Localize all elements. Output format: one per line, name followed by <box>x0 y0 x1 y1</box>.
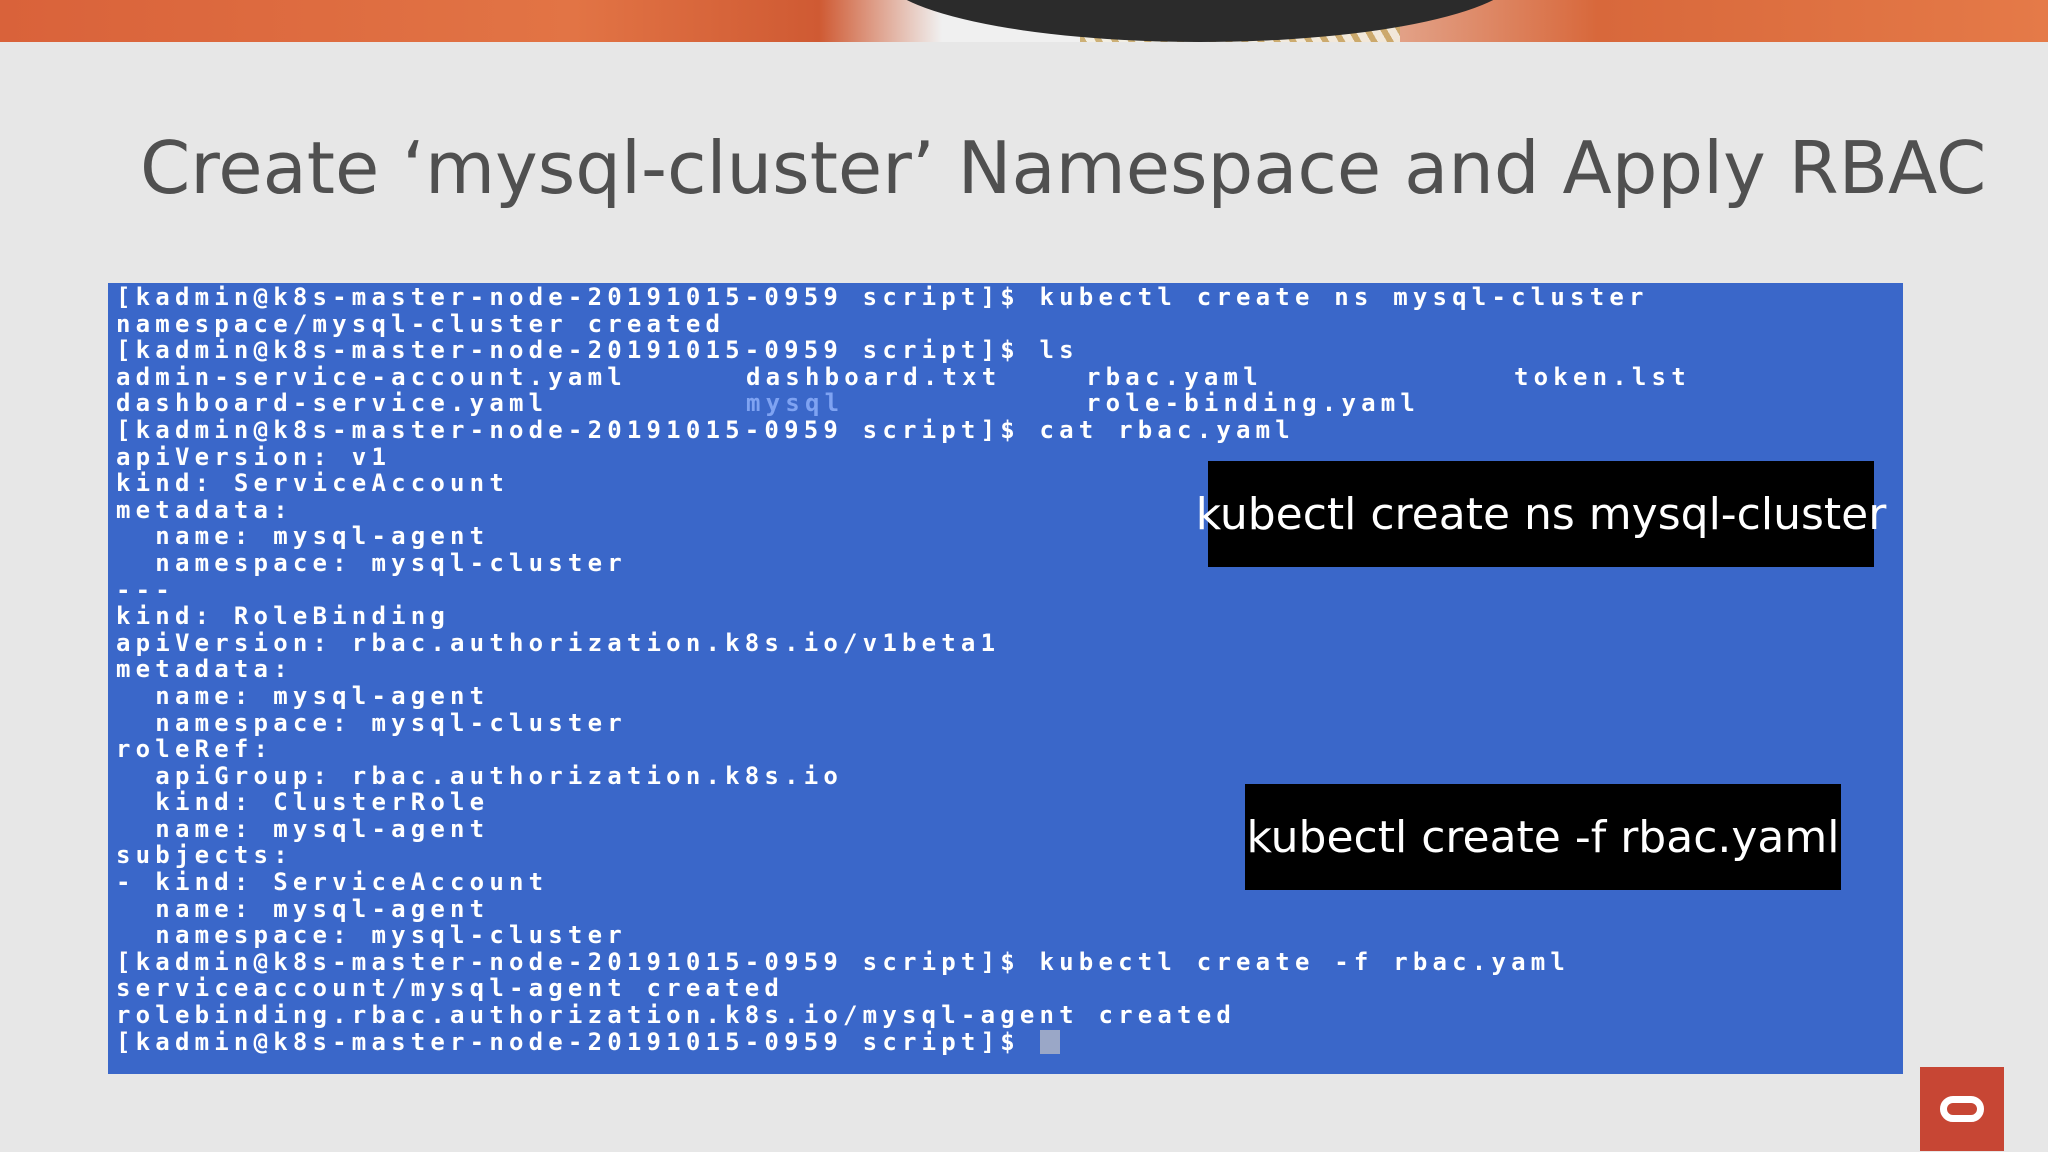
terminal-line: [kadmin@k8s-master-node-20191015-0959 sc… <box>116 415 1295 444</box>
terminal-line: metadata: <box>116 655 293 684</box>
slide-title: Create ‘mysql-cluster’ Namespace and App… <box>140 126 1987 210</box>
terminal-line: apiVersion: rbac.authorization.k8s.io/v1… <box>116 628 1001 657</box>
terminal-line: kind: RoleBinding <box>116 602 451 631</box>
terminal-line: rolebinding.rbac.authorization.k8s.io/my… <box>116 1001 1237 1030</box>
terminal-line: [kadmin@k8s-master-node-20191015-0959 sc… <box>116 283 1649 311</box>
presentation-slide: Create ‘mysql-cluster’ Namespace and App… <box>0 0 2048 1152</box>
file-entry: admin-service-account.yaml <box>116 362 627 391</box>
terminal-line: roleRef: <box>116 735 274 764</box>
terminal-cursor <box>1039 1029 1060 1054</box>
terminal-line: --- <box>116 575 175 604</box>
file-entry: rbac.yaml <box>1086 362 1263 391</box>
terminal-line: namespace: mysql-cluster <box>116 921 627 950</box>
header-banner-image <box>0 0 2048 42</box>
oracle-logo-icon <box>1920 1067 2004 1151</box>
terminal-screenshot: [kadmin@k8s-master-node-20191015-0959 sc… <box>108 283 1903 1074</box>
callout-create-namespace: kubectl create ns mysql-cluster <box>1196 461 1886 567</box>
terminal-line: [kadmin@k8s-master-node-20191015-0959 sc… <box>116 947 1571 976</box>
file-entry: token.lst <box>1514 362 1691 391</box>
file-entry: dashboard.txt <box>746 362 1002 391</box>
terminal-line: name: mysql-agent <box>116 894 490 923</box>
terminal-line: name: mysql-agent <box>116 681 490 710</box>
ls-output-row: admin-service-account.yaml dashboard.txt r… <box>116 364 1903 391</box>
terminal-line: namespace/mysql-cluster created <box>116 309 726 338</box>
terminal-prompt: [kadmin@k8s-master-node-20191015-0959 sc… <box>116 1027 1040 1056</box>
file-entry: role-binding.yaml <box>1086 389 1421 418</box>
directory-entry: mysql <box>746 389 845 418</box>
terminal-prompt-line: [kadmin@k8s-master-node-20191015-0959 sc… <box>116 1027 1903 1056</box>
terminal-line: [kadmin@k8s-master-node-20191015-0959 sc… <box>116 336 1079 365</box>
file-entry: dashboard-service.yaml <box>116 389 549 418</box>
callout-create-rbac: kubectl create -f rbac.yaml <box>1245 784 1841 890</box>
terminal-line: serviceaccount/mysql-agent created <box>116 974 785 1003</box>
ls-output-row: dashboard-service.yaml mysql role-binding.… <box>116 390 1903 417</box>
terminal-line: namespace: mysql-cluster <box>116 708 627 737</box>
